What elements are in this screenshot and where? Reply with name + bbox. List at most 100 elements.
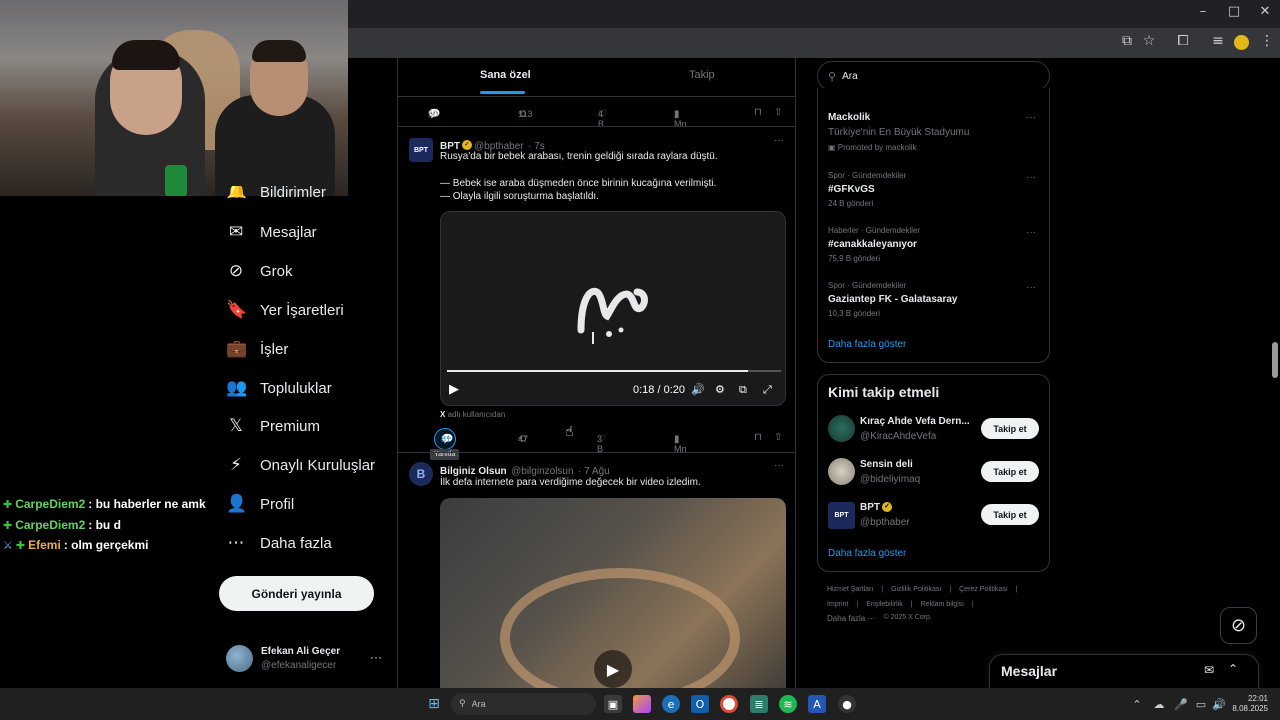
tweet-text: Rusya'da bir bebek arabası, trenin geldi… [440, 151, 718, 202]
more-icon[interactable]: ··· [774, 135, 784, 146]
follow-button[interactable]: Takip et [981, 504, 1039, 525]
video-player[interactable]: ▶ [440, 498, 786, 688]
nav-messages[interactable]: ✉ Mesajlar [226, 217, 317, 247]
footer-link[interactable]: Imprint [827, 601, 848, 608]
follow-button[interactable]: Takip et [981, 461, 1039, 482]
close-window-button[interactable]: ✕ [1250, 4, 1280, 22]
trend-title[interactable]: #GFKvGS [828, 184, 875, 195]
more-icon[interactable]: ··· [774, 460, 784, 471]
play-icon[interactable]: ▶ [594, 650, 632, 688]
bookmark-icon[interactable]: ⊓ [754, 107, 762, 118]
scrollbar-thumb[interactable] [1272, 342, 1278, 378]
volume-icon[interactable]: 🔊 [1210, 695, 1228, 713]
more-icon[interactable]: ··· [1026, 172, 1036, 183]
profile-icon[interactable] [1234, 35, 1249, 50]
new-message-icon[interactable]: ✉ [1204, 663, 1214, 677]
post-button[interactable]: Gönderi yayınla [219, 576, 374, 611]
nav-verified-orgs[interactable]: ⚡ Onaylı Kuruluşlar [226, 450, 375, 480]
maximize-button[interactable]: □ [1219, 4, 1249, 22]
nav-grok[interactable]: ⊘ Grok [226, 256, 293, 286]
follow-handle[interactable]: @bideliyimaq [860, 474, 920, 485]
pip-icon[interactable]: ⧉ [739, 383, 747, 397]
app-icon[interactable]: A [808, 695, 826, 713]
footer-link[interactable]: Gizlilik Politikası [891, 586, 941, 593]
nav-bookmarks[interactable]: 🔖 Yer İşaretleri [226, 295, 344, 325]
footer-link[interactable]: Hizmet Şartları [827, 586, 873, 593]
nav-communities[interactable]: 👥 Topluluklar [226, 373, 332, 403]
badge-icon: ✚ [15, 538, 26, 552]
avatar[interactable] [828, 415, 855, 442]
windows-start-icon[interactable]: ⊞ [425, 695, 443, 713]
trend-title[interactable]: Mackolik [828, 112, 870, 123]
follow-handle[interactable]: @KiracAhdeVefa [860, 431, 936, 442]
nav-notifications[interactable]: 🔔 Bildirimler [226, 186, 326, 198]
cloud-icon[interactable]: ☁ [1150, 695, 1168, 713]
follow-name[interactable]: Kıraç Ahde Vefa Dern... [860, 416, 978, 427]
obs-icon[interactable]: ● [838, 695, 856, 713]
outlook-icon[interactable]: O [691, 695, 709, 713]
share-icon[interactable]: ⇧ [774, 107, 782, 118]
messages-drawer[interactable]: Mesajlar ✉ ⌃ [989, 654, 1259, 688]
notepad-icon[interactable]: ≣ [750, 695, 768, 713]
expand-icon[interactable]: ⌃ [1228, 662, 1238, 676]
footer-more[interactable]: Daha fazla ··· [827, 614, 875, 623]
minimize-button[interactable]: – [1188, 4, 1218, 22]
settings-icon[interactable]: ⚙ [715, 383, 725, 396]
mic-icon[interactable]: 🎤 [1172, 695, 1190, 713]
cast-icon[interactable]: ⧉ [1116, 33, 1138, 53]
tab-following[interactable]: Takip [689, 69, 715, 81]
copilot-icon[interactable] [633, 695, 651, 713]
task-view-icon[interactable]: ▣ [604, 695, 622, 713]
follow-button[interactable]: Takip et [981, 418, 1039, 439]
extensions-icon[interactable]: ⧠ [1172, 33, 1194, 53]
avatar[interactable]: BPT [409, 138, 433, 162]
video-progress-track[interactable] [447, 370, 781, 372]
more-icon[interactable]: ··· [1026, 282, 1036, 293]
more-circle-icon: ⋯ [227, 533, 245, 553]
more-icon[interactable]: ··· [370, 650, 382, 664]
avatar[interactable]: BPT [828, 502, 855, 529]
promoted-label: ▣ Promoted by mackolik [828, 143, 917, 152]
search-input[interactable]: ⚲ Ara [817, 61, 1050, 91]
trend-title[interactable]: #canakkaleyanıyor [828, 239, 917, 250]
chrome-icon[interactable] [720, 695, 738, 713]
star-icon[interactable]: ☆ [1138, 33, 1160, 53]
clock[interactable]: 22:01 8.08.2025 [1232, 694, 1268, 714]
footer-link[interactable]: Erişilebilirlik [866, 601, 903, 608]
account-switcher[interactable]: Efekan Ali Geçer @efekanaligecer ··· [226, 644, 386, 674]
edge-icon[interactable]: e [662, 695, 680, 713]
follow-name[interactable]: Sensin deli [860, 459, 913, 470]
spotify-icon[interactable]: ≋ [779, 695, 797, 713]
trend-count: 75,9 B gönderi [828, 254, 881, 263]
follow-handle[interactable]: @bpthaber [860, 517, 910, 528]
share-icon[interactable]: ⇧ [774, 432, 782, 443]
panel-title: Kimi takip etmeli [828, 384, 940, 400]
fullscreen-icon[interactable]: ⤢ [763, 383, 772, 397]
follow-name[interactable]: BPT ✓ [860, 502, 894, 513]
media-icon[interactable]: ≡ [1207, 33, 1229, 53]
video-source[interactable]: X adlı kullanıcıdan [440, 410, 505, 419]
display-icon[interactable]: ▭ [1192, 695, 1210, 713]
tab-for-you[interactable]: Sana özel [480, 69, 531, 81]
more-icon[interactable]: ··· [1026, 227, 1036, 238]
nav-profile[interactable]: 👤 Profil [226, 489, 294, 519]
footer-link[interactable]: Reklam bilgisi [921, 601, 964, 608]
more-icon[interactable]: ··· [1026, 112, 1036, 123]
trend-title[interactable]: Gaziantep FK - Galatasaray [828, 294, 958, 305]
show-more-link[interactable]: Daha fazla göster [828, 548, 906, 559]
nav-jobs[interactable]: 💼 İşler [226, 334, 288, 364]
video-player[interactable]: ▶ 0:18 / 0:20 🔊 ⚙ ⧉ ⤢ [440, 211, 786, 406]
chevron-up-icon[interactable]: ⌃ [1128, 695, 1146, 713]
play-icon[interactable]: ▶ [449, 382, 459, 397]
grok-button[interactable]: ⊘ [1220, 607, 1257, 644]
taskbar-search[interactable]: ⚲ Ara [451, 693, 596, 715]
volume-icon[interactable]: 🔊 [691, 383, 705, 396]
bookmark-icon[interactable]: ⊓ [754, 432, 762, 443]
footer-link[interactable]: Çerez Politikası [959, 586, 1008, 593]
nav-premium[interactable]: 𝕏 Premium [226, 411, 320, 441]
nav-more[interactable]: ⋯ Daha fazla [226, 528, 332, 558]
avatar[interactable]: B [409, 462, 433, 486]
menu-icon[interactable]: ⋮ [1256, 33, 1278, 53]
show-more-link[interactable]: Daha fazla göster [828, 339, 906, 350]
avatar[interactable] [828, 458, 855, 485]
